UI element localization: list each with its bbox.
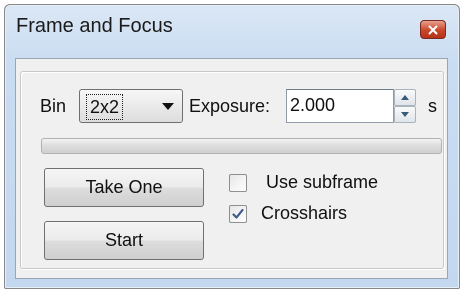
close-icon [428, 25, 438, 34]
exposure-progress-bar [41, 138, 442, 154]
spin-down-button[interactable] [394, 106, 416, 123]
spin-up-button[interactable] [394, 89, 416, 106]
exposure-label: Exposure: [189, 96, 271, 116]
use-subframe-label: Use subframe [266, 172, 379, 192]
close-button[interactable] [420, 20, 446, 39]
window-title: Frame and Focus [16, 15, 173, 37]
bin-dropdown[interactable]: 2x2 [79, 89, 183, 123]
bin-label: Bin [40, 96, 67, 116]
start-button[interactable]: Start [44, 221, 204, 260]
use-subframe-checkbox[interactable] [229, 174, 247, 192]
take-one-button[interactable]: Take One [44, 168, 204, 207]
exposure-input[interactable]: 2.000 [286, 89, 394, 123]
spin-down-icon [401, 112, 409, 117]
exposure-spinner[interactable] [394, 89, 416, 123]
spin-up-icon [401, 95, 409, 100]
checkmark-icon [232, 208, 244, 219]
dropdown-arrow-icon [162, 103, 174, 110]
crosshairs-checkbox[interactable] [229, 205, 247, 223]
exposure-unit: s [428, 96, 437, 116]
bin-value: 2x2 [86, 94, 124, 120]
crosshairs-label: Crosshairs [261, 203, 348, 223]
